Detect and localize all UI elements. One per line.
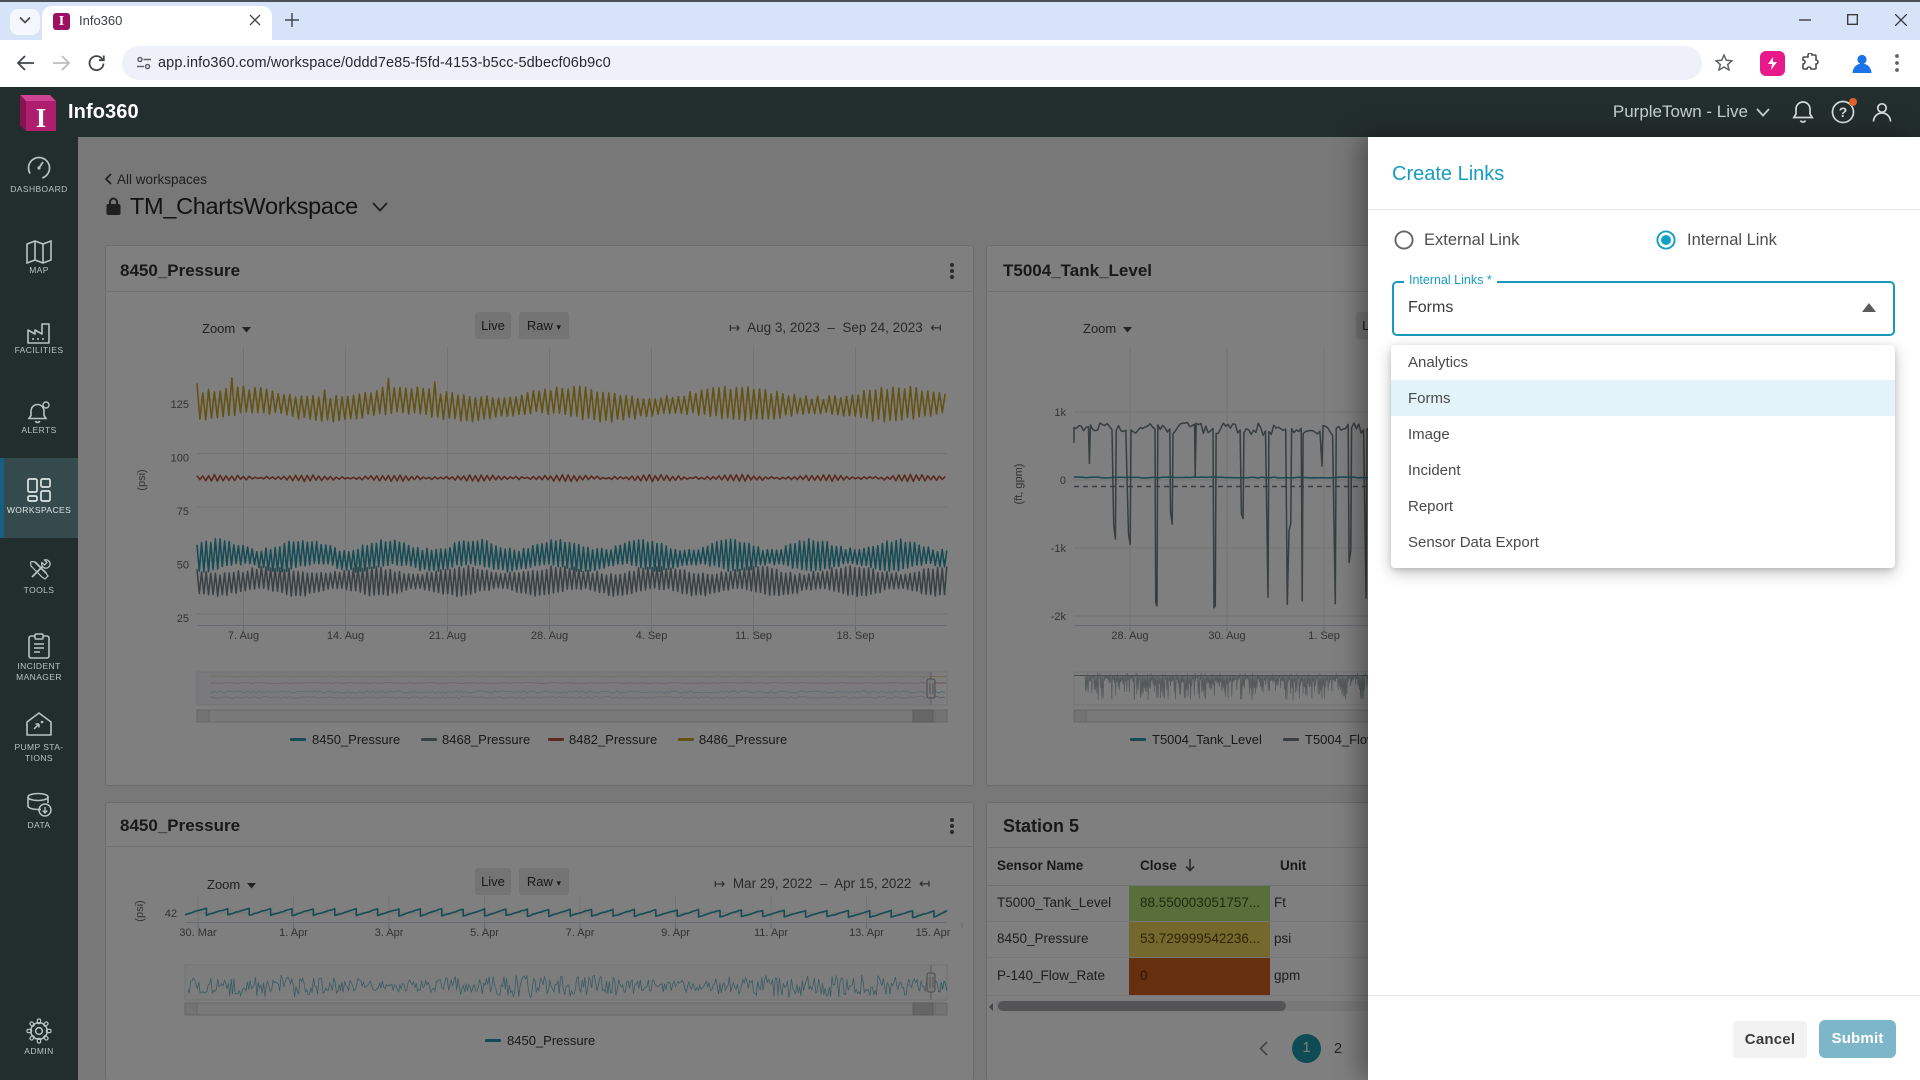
svg-text:?: ?: [1839, 104, 1848, 120]
svg-text:I: I: [36, 103, 47, 133]
